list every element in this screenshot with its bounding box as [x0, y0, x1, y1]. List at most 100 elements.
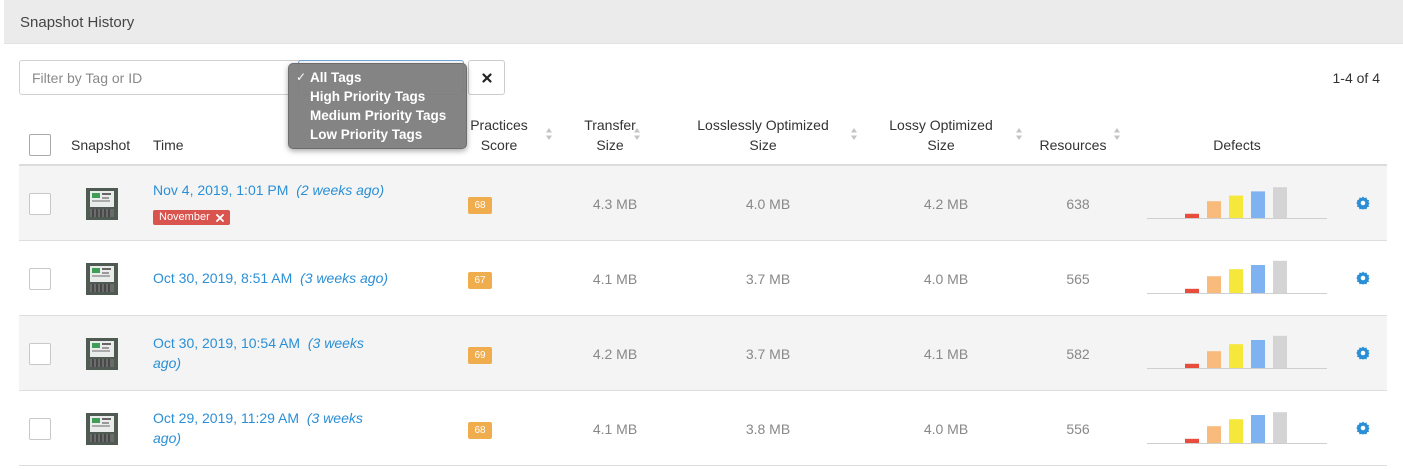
defect-bar-high — [1207, 201, 1221, 218]
column-header-time[interactable]: Time — [153, 135, 184, 155]
column-header-line: Size — [749, 137, 777, 153]
table-header: Snapshot Time Practices Score Transfer S… — [19, 110, 1387, 166]
column-header-lossy-size[interactable]: Lossy Optimized Size — [871, 115, 1011, 155]
dropdown-option-medium-priority[interactable]: Medium Priority Tags — [289, 106, 466, 125]
tag-badge: November — [153, 210, 230, 225]
row-checkbox[interactable] — [29, 268, 51, 290]
lossy-size: 4.2 MB — [923, 196, 969, 212]
lossless-size: 3.7 MB — [745, 346, 791, 362]
column-header-line: Losslessly Optimized — [697, 117, 829, 133]
column-header-resources[interactable]: Resources — [1033, 135, 1113, 155]
defect-bar-medium — [1229, 344, 1243, 368]
resources-count: 565 — [1066, 271, 1090, 287]
dropdown-option-high-priority[interactable]: High Priority Tags — [289, 87, 466, 106]
column-header-line: Lossy Optimized — [889, 117, 993, 133]
defects-chart — [1147, 260, 1327, 294]
resources-count: 556 — [1066, 421, 1090, 437]
lossless-size: 4.0 MB — [745, 196, 791, 212]
lossy-size: 4.0 MB — [923, 421, 969, 437]
tag-filter-dropdown: ✓ All Tags High Priority Tags Medium Pri… — [288, 63, 467, 149]
time-ago: (3 weeks ago) — [300, 270, 389, 286]
column-header-defects: Defects — [1213, 137, 1261, 153]
lossless-size: 3.7 MB — [745, 271, 791, 287]
defects-chart — [1147, 335, 1327, 369]
snapshot-time-link[interactable]: Oct 30, 2019, 8:51 AM (3 weeks ago) — [153, 268, 393, 288]
snapshot-time-link[interactable]: Oct 29, 2019, 11:29 AM (3 weeks ago) — [153, 408, 383, 448]
practices-score-badge: 68 — [468, 422, 492, 439]
defect-bar-high — [1207, 276, 1221, 293]
snapshot-time-link[interactable]: Oct 30, 2019, 10:54 AM (3 weeks ago) — [153, 333, 383, 373]
sort-icon[interactable] — [1015, 127, 1023, 141]
dropdown-option-all-tags[interactable]: ✓ All Tags — [289, 68, 466, 87]
row-checkbox[interactable] — [29, 193, 51, 215]
time-text: Oct 30, 2019, 8:51 AM — [153, 270, 293, 286]
defect-bar-info — [1273, 187, 1287, 218]
defect-bar-low — [1251, 191, 1265, 218]
column-header-snapshot: Snapshot — [71, 137, 131, 153]
snapshot-thumbnail[interactable] — [86, 188, 118, 220]
table-row[interactable]: Oct 30, 2019, 10:54 AM (3 weeks ago) 69 … — [19, 316, 1387, 391]
transfer-size: 4.1 MB — [592, 421, 638, 437]
clear-filter-button[interactable] — [468, 60, 505, 95]
lossy-size: 4.1 MB — [923, 346, 969, 362]
column-header-lossless-size[interactable]: Losslessly Optimized Size — [683, 115, 843, 155]
transfer-size: 4.1 MB — [592, 271, 638, 287]
dropdown-option-label: Low Priority Tags — [310, 127, 423, 142]
snapshot-thumbnail[interactable] — [86, 338, 118, 370]
check-icon: ✓ — [296, 70, 307, 84]
sort-icon[interactable] — [633, 127, 641, 141]
lossy-size: 4.0 MB — [923, 271, 969, 287]
gear-icon[interactable] — [1356, 421, 1370, 435]
defect-bar-info — [1273, 335, 1287, 368]
column-header-practices-score[interactable]: Practices Score — [459, 115, 539, 155]
defects-chart — [1147, 412, 1327, 444]
table-row[interactable]: Oct 29, 2019, 11:29 AM (3 weeks ago) 68 … — [19, 391, 1387, 466]
defect-bar-high — [1207, 426, 1221, 443]
tag-label: November — [159, 211, 210, 223]
pagination-count: 1-4 of 4 — [1332, 70, 1380, 86]
table-row[interactable]: Nov 4, 2019, 1:01 PM (2 weeks ago) Novem… — [19, 166, 1387, 241]
resources-count: 582 — [1066, 346, 1090, 362]
defect-bar-low — [1251, 265, 1265, 293]
table-row[interactable]: Oct 30, 2019, 8:51 AM (3 weeks ago) 67 4… — [19, 241, 1387, 316]
resources-count: 638 — [1066, 196, 1090, 212]
transfer-size: 4.2 MB — [592, 346, 638, 362]
gear-icon[interactable] — [1356, 271, 1370, 285]
close-icon — [481, 72, 492, 83]
snapshot-time-link[interactable]: Nov 4, 2019, 1:01 PM (2 weeks ago) — [153, 180, 393, 200]
row-checkbox[interactable] — [29, 418, 51, 440]
defect-bar-critical — [1185, 363, 1199, 368]
time-ago: (2 weeks ago) — [296, 182, 385, 198]
defect-bar-medium — [1229, 269, 1243, 293]
remove-tag-icon[interactable] — [215, 213, 224, 222]
defect-bar-medium — [1229, 419, 1243, 443]
defect-bar-info — [1273, 260, 1287, 293]
sort-icon[interactable] — [850, 127, 858, 141]
defect-bar-high — [1207, 351, 1221, 368]
snapshot-thumbnail[interactable] — [86, 413, 118, 445]
column-header-line: Practices — [470, 117, 528, 133]
column-header-line: Size — [927, 137, 955, 153]
sort-icon[interactable] — [1113, 127, 1121, 141]
practices-score-badge: 69 — [468, 347, 492, 364]
column-header-line: Score — [480, 137, 518, 153]
dropdown-option-label: High Priority Tags — [310, 89, 426, 104]
dropdown-option-low-priority[interactable]: Low Priority Tags — [289, 125, 466, 144]
defect-bar-low — [1251, 340, 1265, 368]
time-text: Nov 4, 2019, 1:01 PM — [153, 182, 289, 198]
gear-icon[interactable] — [1356, 196, 1370, 210]
panel-header: Snapshot History — [4, 0, 1403, 44]
lossless-size: 3.8 MB — [745, 421, 791, 437]
defect-bar-critical — [1185, 438, 1199, 443]
snapshot-thumbnail[interactable] — [86, 263, 118, 295]
dropdown-option-label: All Tags — [310, 70, 362, 85]
defects-chart — [1147, 187, 1327, 219]
transfer-size: 4.3 MB — [592, 196, 638, 212]
gear-icon[interactable] — [1356, 346, 1370, 360]
defect-bar-medium — [1229, 195, 1243, 218]
select-all-checkbox[interactable] — [29, 134, 51, 156]
defect-bar-info — [1273, 412, 1287, 443]
defect-bar-critical — [1185, 288, 1199, 293]
row-checkbox[interactable] — [29, 343, 51, 365]
sort-icon[interactable] — [545, 127, 553, 141]
